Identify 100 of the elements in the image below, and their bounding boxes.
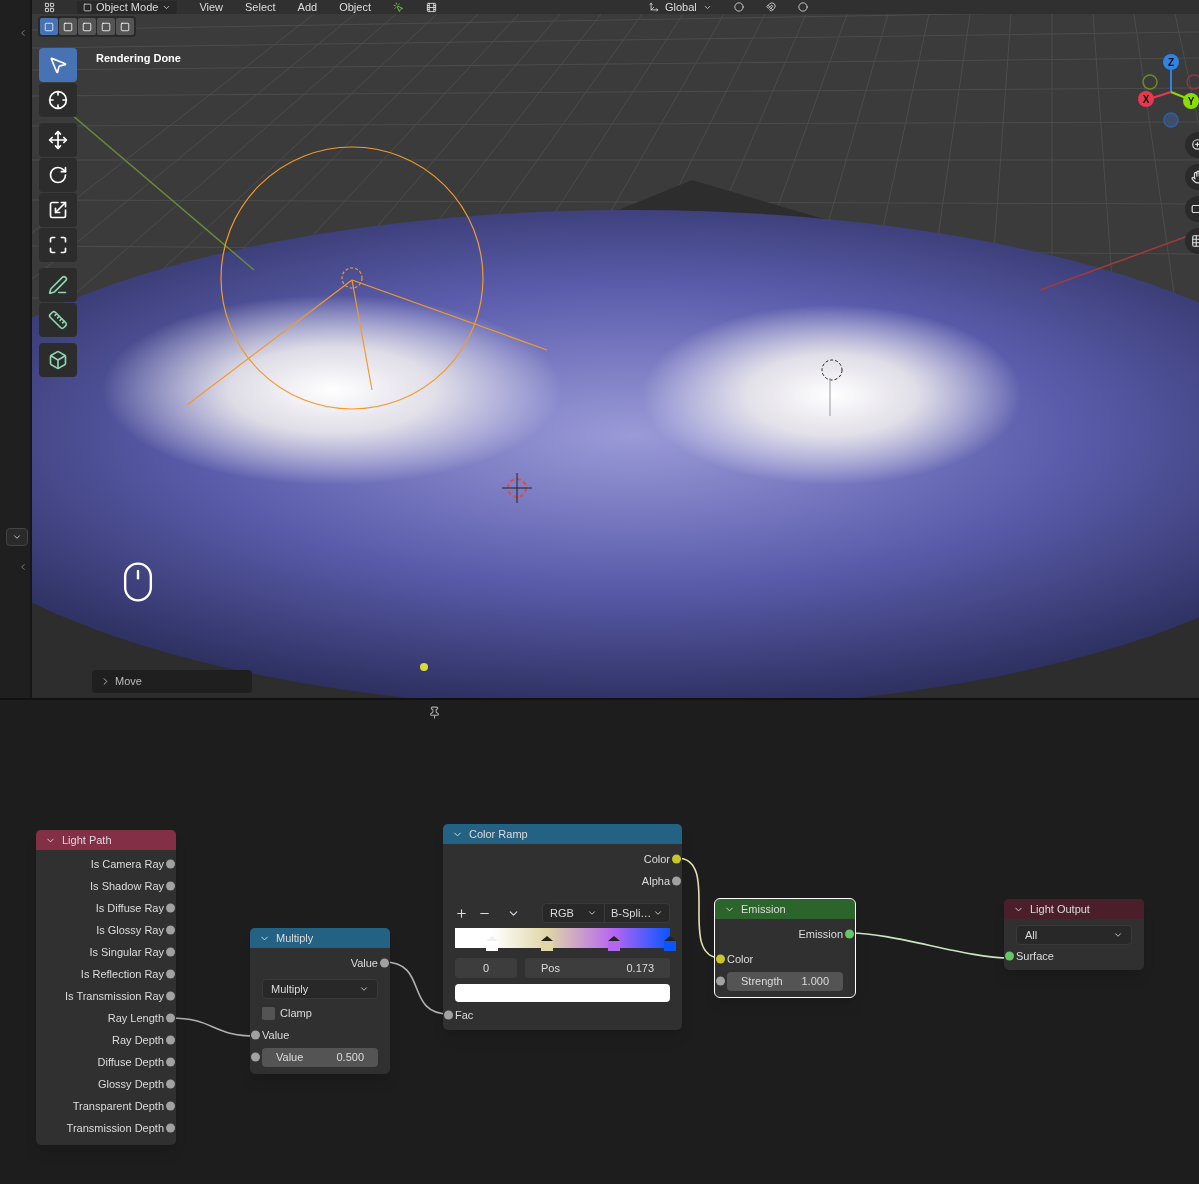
socket-label: Value xyxy=(350,955,378,971)
pivot-icon[interactable] xyxy=(733,2,744,12)
socket-label: Ray Length xyxy=(107,1010,164,1026)
add-cube-tool-button[interactable] xyxy=(39,343,77,377)
transform-icon xyxy=(48,235,68,255)
film-icon[interactable] xyxy=(426,1,437,13)
socket-label: Surface xyxy=(1016,948,1054,964)
square-icon xyxy=(101,21,111,32)
select-tool-button[interactable] xyxy=(39,48,77,82)
node-panel[interactable]: Light Output All Surface xyxy=(1004,899,1144,970)
menu-item[interactable]: View xyxy=(199,1,224,13)
stop-swatch[interactable] xyxy=(486,941,499,951)
cursor-tool-button[interactable] xyxy=(39,83,77,117)
cube-icon xyxy=(48,350,68,370)
chevron-icon[interactable] xyxy=(18,28,28,38)
last-operator-panel[interactable]: Move xyxy=(92,670,252,693)
measure-tool-button[interactable] xyxy=(39,303,77,337)
operation-dropdown[interactable]: Multiply xyxy=(262,979,378,999)
annotate-tool-button[interactable] xyxy=(39,268,77,302)
axis-handle[interactable]: Y xyxy=(1183,93,1199,109)
axis-handle[interactable]: X xyxy=(1138,91,1154,107)
position-field[interactable]: Pos 0.173 xyxy=(525,958,670,978)
status-text: Rendering Done xyxy=(96,51,181,66)
axes-icon xyxy=(649,2,659,12)
axis-handle[interactable]: Z xyxy=(1163,54,1179,70)
socket-label: Value xyxy=(262,1027,290,1043)
number-field[interactable]: Value 0.500 xyxy=(262,1047,378,1067)
socket-label: Alpha xyxy=(641,873,670,889)
node-title: Light Path xyxy=(62,832,112,848)
socket-label: Is Glossy Ray xyxy=(96,922,164,938)
menu-item[interactable]: Select xyxy=(245,1,276,13)
select-mode-button[interactable] xyxy=(97,18,115,35)
axis-handle[interactable] xyxy=(1163,112,1179,128)
chevron-icon[interactable] xyxy=(18,562,28,572)
node-header[interactable]: Light Path xyxy=(36,830,176,850)
node-panel[interactable] xyxy=(36,830,176,1145)
socket-label: Color xyxy=(727,951,754,967)
editor-type-icon[interactable] xyxy=(44,1,55,13)
checkbox[interactable] xyxy=(262,1006,275,1020)
node-header[interactable]: Multiply xyxy=(250,928,390,948)
node-title: Color Ramp xyxy=(469,826,528,842)
move-arrows-icon xyxy=(48,130,68,150)
node-header[interactable]: Color Ramp xyxy=(443,824,682,844)
caret-icon xyxy=(587,908,597,918)
socket-label: Emission xyxy=(798,926,843,942)
socket-label: Is Reflection Ray xyxy=(80,966,164,982)
checkbox-label: Clamp xyxy=(280,1005,312,1021)
node-panel[interactable]: Multiply Value Multiply Clamp Value Value 0.500 xyxy=(250,928,390,1074)
socket-label: Fac xyxy=(455,1007,474,1023)
square-icon xyxy=(83,2,92,12)
move-tool-button[interactable] xyxy=(39,123,77,157)
node-panel[interactable]: Color Ramp Color Alpha RGB B-Spli… 0 Pos 0.173 Fac xyxy=(443,824,682,1030)
socket-label: Is Singular Ray xyxy=(89,944,164,960)
square-icon xyxy=(120,21,130,32)
select-mode-button[interactable] xyxy=(116,18,134,35)
stop-swatch[interactable] xyxy=(541,941,554,951)
node-panel[interactable]: Emission Emission Color Strength 1.000 xyxy=(715,899,855,997)
color-mode-dropdown[interactable]: RGB xyxy=(543,904,605,922)
stop-index-field[interactable]: 0 xyxy=(455,958,517,978)
add-stop-icon[interactable] xyxy=(455,906,468,920)
select-mode-button[interactable] xyxy=(40,18,58,35)
scale-icon xyxy=(48,200,68,220)
node-header[interactable]: Emission xyxy=(715,899,855,919)
cursor-arrow-icon xyxy=(48,55,68,75)
pin-icon[interactable] xyxy=(428,706,441,719)
rotate-tool-button[interactable] xyxy=(39,158,77,192)
socket-label: Ray Depth xyxy=(112,1032,164,1048)
select-mode-button[interactable] xyxy=(59,18,77,35)
node-title: Light Output xyxy=(1030,901,1090,917)
crosshair-icon xyxy=(48,90,68,110)
axis-handle[interactable] xyxy=(1142,74,1158,90)
caret-icon xyxy=(359,984,369,994)
mode-dropdown[interactable]: Object Mode xyxy=(77,0,178,14)
socket-label: Is Shadow Ray xyxy=(90,878,164,894)
color-swatch[interactable] xyxy=(455,984,670,1002)
caret-icon xyxy=(12,532,22,542)
menu-item[interactable]: Add xyxy=(297,1,318,13)
pencil-icon xyxy=(48,275,68,295)
node-title: Emission xyxy=(741,901,786,917)
overlay-icon[interactable] xyxy=(393,1,404,13)
proportional-edit-icon[interactable] xyxy=(797,2,808,12)
stop-swatch[interactable] xyxy=(664,941,676,951)
socket-label: Transmission Depth xyxy=(66,1120,164,1136)
caret-icon xyxy=(1113,930,1123,940)
axis-handle[interactable] xyxy=(1186,74,1199,90)
number-field[interactable]: Strength 1.000 xyxy=(727,971,843,991)
interpolation-dropdown[interactable]: B-Spli… xyxy=(605,904,669,922)
scale-tool-button[interactable] xyxy=(39,193,77,227)
snap-icon[interactable] xyxy=(765,2,776,12)
socket-label: Is Transmission Ray xyxy=(64,988,164,1004)
orientation-dropdown[interactable]: Global xyxy=(649,1,712,13)
stop-swatch[interactable] xyxy=(608,941,621,951)
node-header[interactable]: Light Output xyxy=(1004,899,1144,919)
transform-tool-button[interactable] xyxy=(39,228,77,262)
target-dropdown[interactable]: All xyxy=(1016,925,1132,945)
caret-icon xyxy=(653,908,663,918)
select-mode-button[interactable] xyxy=(78,18,96,35)
socket-label: Is Camera Ray xyxy=(90,856,164,872)
menu-item[interactable]: Object xyxy=(339,1,371,13)
rotate-icon xyxy=(48,165,68,185)
